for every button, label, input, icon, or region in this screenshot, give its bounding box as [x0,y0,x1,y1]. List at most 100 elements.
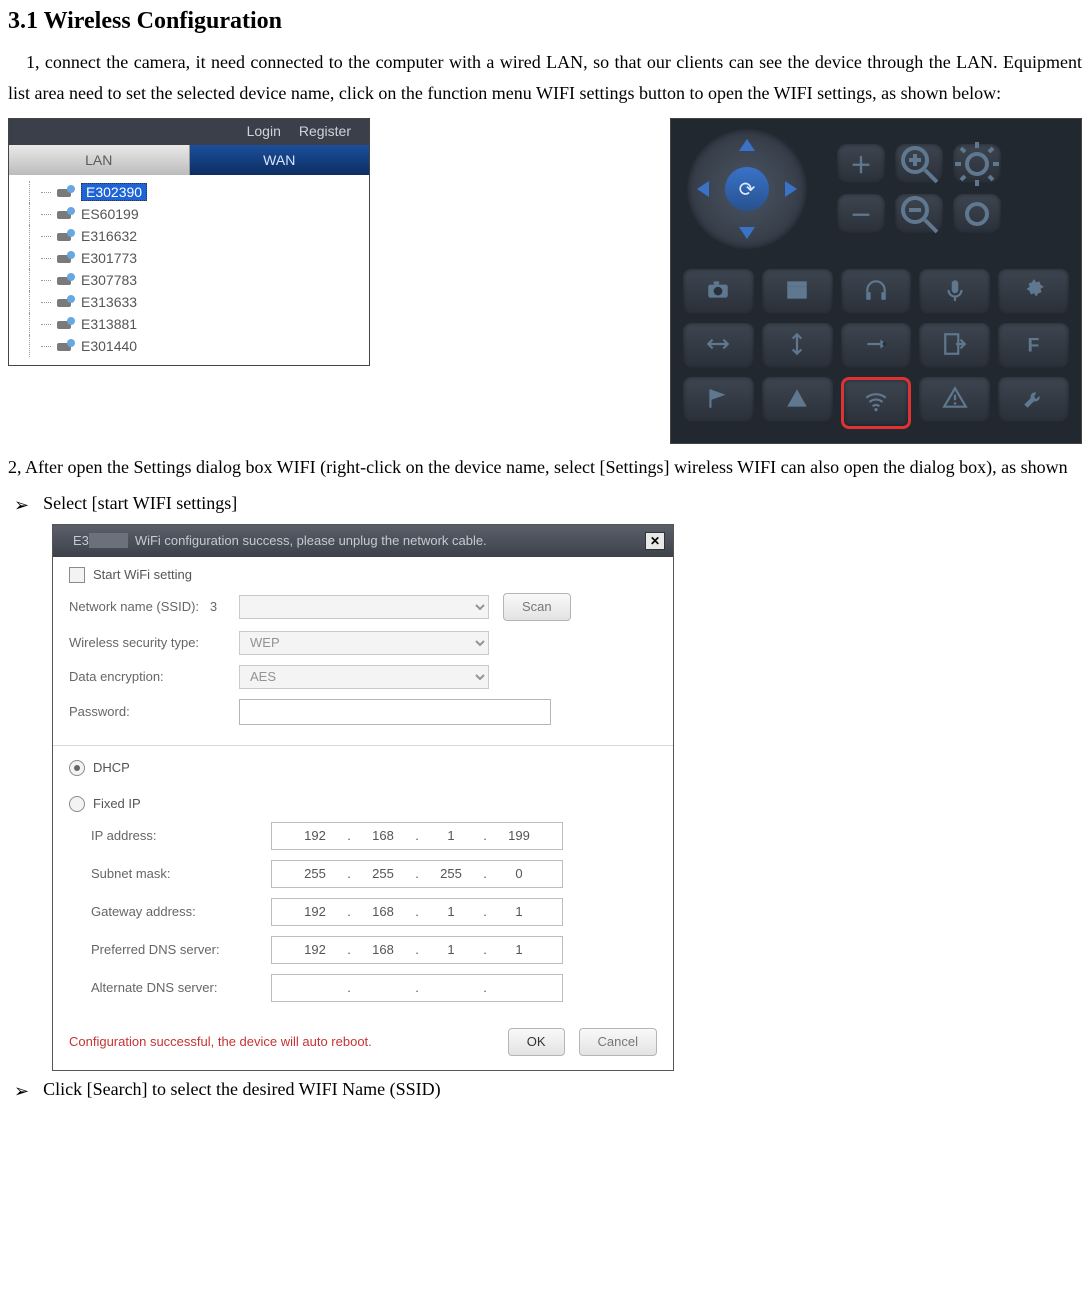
gateway-label: Gateway address: [91,904,271,919]
bullet-1: ➢ Select [start WIFI settings] [14,493,1082,518]
arrow-up-down-icon [784,331,810,362]
warning-button[interactable] [919,377,990,423]
device-label: E316632 [81,228,137,244]
device-label: E307783 [81,272,137,288]
magnify-in-icon[interactable] [895,144,943,184]
letter-f-icon: F [1021,331,1047,362]
letter-f-button[interactable]: F [998,323,1069,369]
clapper-button[interactable] [762,269,833,315]
camera-icon [57,273,75,287]
pyramid-icon [784,385,810,416]
ok-button[interactable]: OK [508,1028,565,1056]
svg-text:F: F [1027,334,1039,356]
figure-row: Login Register LAN WAN E302390ES60199 E31… [8,118,1082,444]
dialog-title-text: E3XXXX WiFi configuration success, pleas… [73,533,487,548]
function-grid: F [671,259,1081,443]
device-row[interactable]: E301773 [19,247,365,269]
subnet-mask-input[interactable]: 255. 255. 255. 0 [271,860,563,888]
device-label: E301773 [81,250,137,266]
device-row[interactable]: E307783 [19,269,365,291]
device-row[interactable]: E302390 [19,181,365,203]
tab-wan[interactable]: WAN [190,145,370,175]
bullet-icon: ➢ [14,1079,29,1104]
camera-icon [705,277,731,308]
cancel-button[interactable]: Cancel [579,1028,657,1056]
encryption-select[interactable]: AES [239,665,489,689]
ptz-refresh-icon[interactable]: ⟳ [725,167,769,211]
dialog-title-bar: E3XXXX WiFi configuration success, pleas… [53,525,673,557]
warning-icon [942,385,968,416]
ptz-left-icon[interactable] [697,181,709,197]
gear-icon [1021,277,1047,308]
ptz-up-icon[interactable] [739,139,755,151]
register-link[interactable]: Register [299,123,351,139]
pyramid-button[interactable] [762,377,833,423]
fixed-ip-radio[interactable] [69,796,85,812]
ip-address-label: IP address: [91,828,271,843]
device-row[interactable]: E313633 [19,291,365,313]
wifi-icon [863,388,889,419]
wifi-button[interactable] [841,377,912,429]
device-row[interactable]: E316632 [19,225,365,247]
headphones-icon [863,277,889,308]
device-label: E313633 [81,294,137,310]
scan-button[interactable]: Scan [503,593,571,621]
ip-address-input[interactable]: 192. 168. 1. 199 [271,822,563,850]
dns1-label: Preferred DNS server: [91,942,271,957]
camera-icon [57,317,75,331]
tab-lan[interactable]: LAN [9,145,190,175]
camera-icon [57,207,75,221]
mic-button[interactable] [919,269,990,315]
device-label: E301440 [81,338,137,354]
clapper-icon [784,277,810,308]
password-label: Password: [69,704,239,719]
function-panel: ⟳ ＋ － [670,118,1082,444]
login-link[interactable]: Login [247,123,281,139]
dns2-input[interactable]: . . . [271,974,563,1002]
device-list-panel: Login Register LAN WAN E302390ES60199 E31… [8,118,370,366]
ptz-right-icon[interactable] [785,181,797,197]
headphones-button[interactable] [841,269,912,315]
bullet-2: ➢ Click [Search] to select the desired W… [14,1079,1082,1104]
dns2-label: Alternate DNS server: [91,980,271,995]
flag-button[interactable] [683,377,754,423]
zoom-in-button[interactable]: ＋ [837,144,885,184]
gateway-input[interactable]: 192. 168. 1. 1 [271,898,563,926]
exit-button[interactable] [919,323,990,369]
brightness-down-icon[interactable] [953,194,1001,234]
device-row[interactable]: ES60199 [19,203,365,225]
section-heading: 3.1 Wireless Configuration [8,8,1082,35]
camera-button[interactable] [683,269,754,315]
security-type-select[interactable]: WEP [239,631,489,655]
magnify-out-icon[interactable] [895,194,943,234]
subnet-mask-label: Subnet mask: [91,866,271,881]
start-wifi-checkbox[interactable] [69,567,85,583]
mic-icon [942,277,968,308]
dhcp-radio[interactable] [69,760,85,776]
arrow-up-down-button[interactable] [762,323,833,369]
wifi-dialog: E3XXXX WiFi configuration success, pleas… [52,524,674,1071]
device-row[interactable]: E313881 [19,313,365,335]
tab-row: LAN WAN [9,145,369,175]
brightness-up-icon[interactable] [953,144,1001,184]
exit-icon [942,331,968,362]
zoom-out-button[interactable]: － [837,194,885,234]
close-icon[interactable]: ✕ [645,532,665,550]
arrow-target-icon [863,331,889,362]
password-input[interactable] [239,699,551,725]
bullet-2-text: Click [Search] to select the desired WIF… [43,1079,441,1100]
start-wifi-label: Start WiFi setting [93,567,192,582]
arrow-target-button[interactable] [841,323,912,369]
device-row[interactable]: E301440 [19,335,365,357]
dns1-input[interactable]: 192. 168. 1. 1 [271,936,563,964]
dhcp-label: DHCP [93,760,130,775]
camera-icon [57,339,75,353]
ptz-dpad[interactable]: ⟳ [687,129,807,249]
gear-button[interactable] [998,269,1069,315]
wrench-icon [1021,385,1047,416]
ptz-down-icon[interactable] [739,227,755,239]
arrow-left-right-button[interactable] [683,323,754,369]
wrench-button[interactable] [998,377,1069,423]
ssid-select[interactable] [239,595,489,619]
device-tree: E302390ES60199 E316632 E301773 E307783 E3136… [9,175,369,365]
